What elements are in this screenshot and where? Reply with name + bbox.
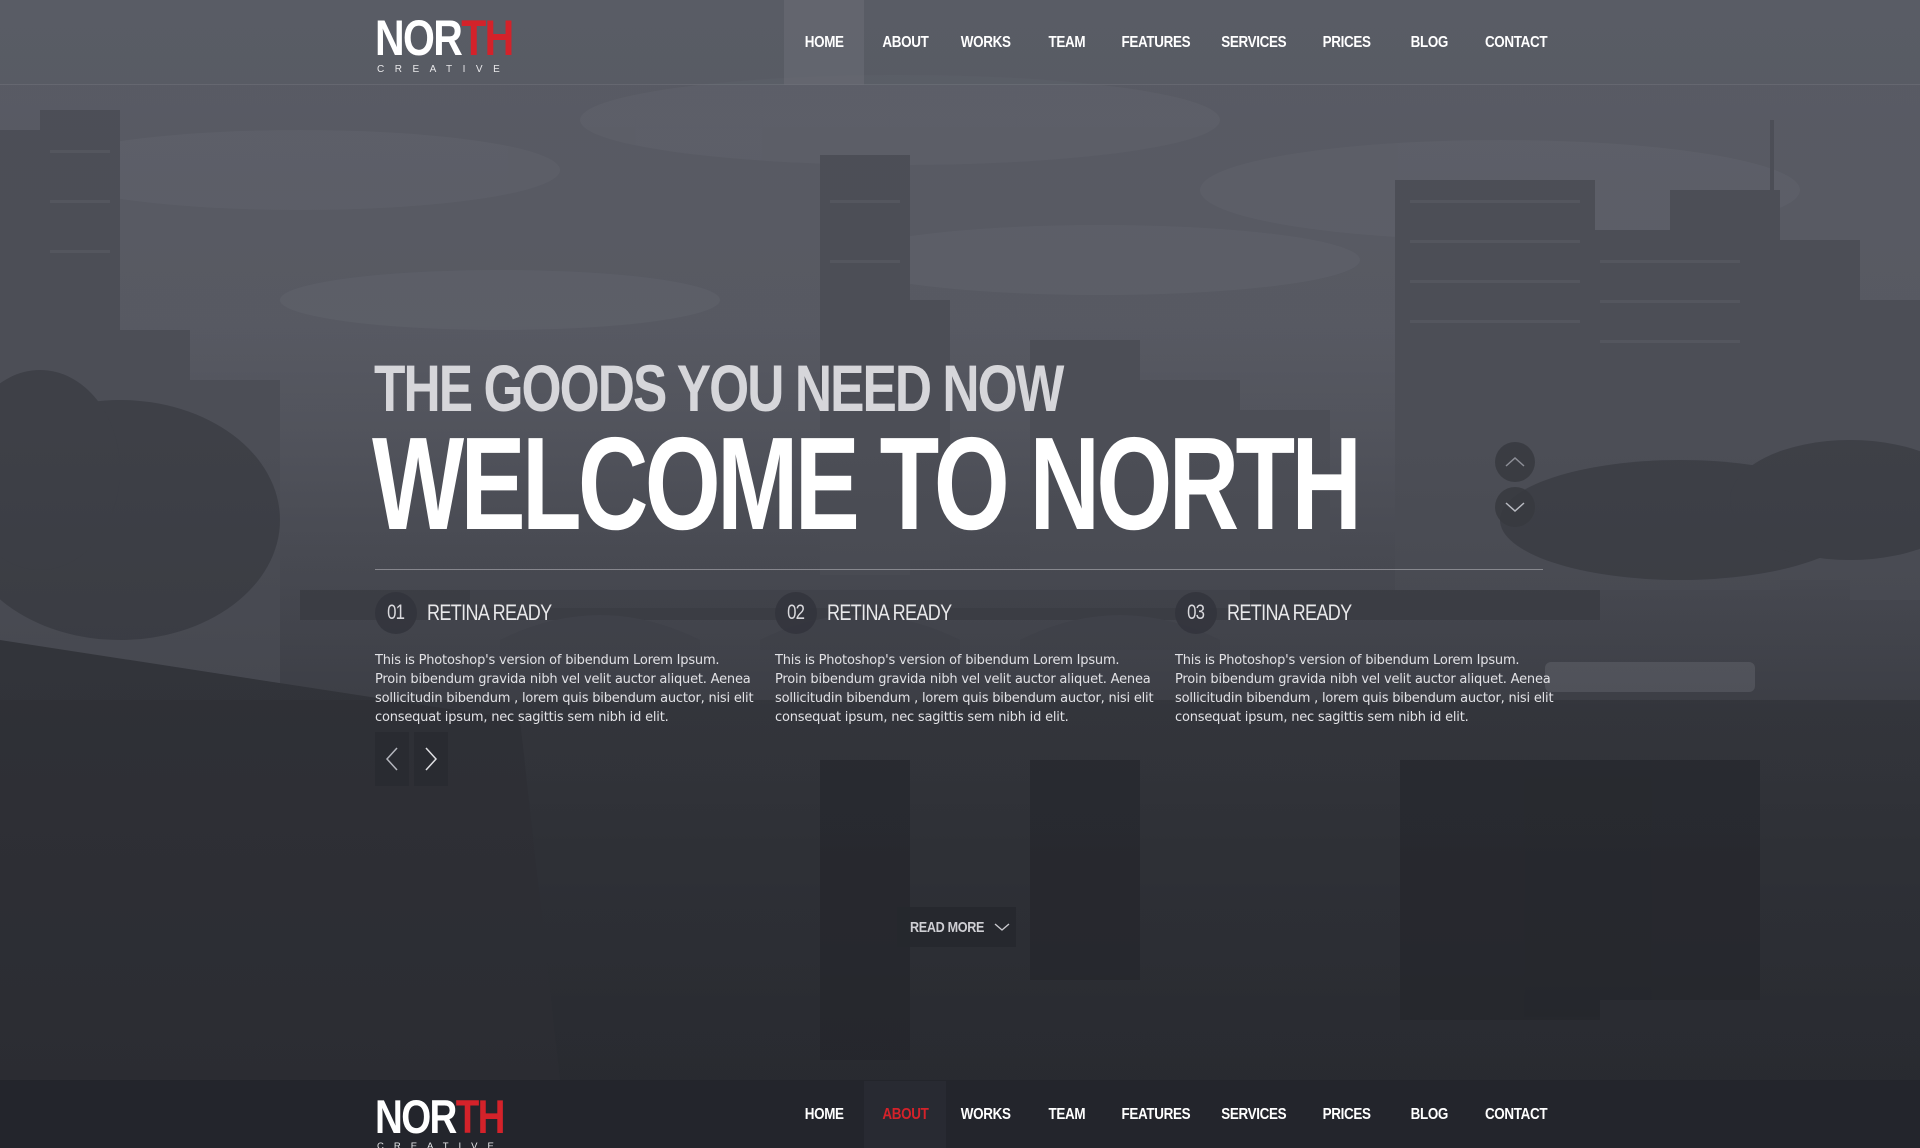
feature-card: 01 RETINA READY This is Photoshop's vers… (375, 592, 755, 727)
feature-title: RETINA READY (1227, 600, 1352, 625)
feature-text: This is Photoshop's version of bibendum … (375, 653, 754, 725)
nav-works[interactable]: WORKS (946, 0, 1026, 85)
nav-home[interactable]: HOME (784, 0, 864, 85)
next-button[interactable] (414, 732, 448, 786)
prev-button[interactable] (375, 732, 409, 786)
nav-works[interactable]: WORKS (946, 1081, 1026, 1148)
logo-wordmark: NORTH (375, 1090, 505, 1143)
hero-title: WELCOME TO NORTH (372, 410, 1362, 557)
feature-card: 02 RETINA READY This is Photoshop's vers… (775, 592, 1155, 727)
nav-about[interactable]: ABOUT (864, 1081, 946, 1148)
chevron-left-icon (385, 747, 398, 771)
nav-features[interactable]: FEATURES (1108, 1081, 1203, 1148)
chevron-right-icon (425, 747, 438, 771)
nav-about[interactable]: ABOUT (864, 0, 946, 85)
chevron-down-icon (994, 923, 1009, 931)
chevron-up-icon (1505, 456, 1525, 467)
logo-wordmark: NORTH (375, 10, 514, 66)
nav-prices[interactable]: PRICES (1304, 1081, 1390, 1148)
chevron-down-icon (1505, 502, 1525, 513)
feature-text: This is Photoshop's version of bibendum … (1175, 653, 1554, 725)
nav-features[interactable]: FEATURES (1108, 0, 1203, 85)
top-nav-menu: HOME ABOUT WORKS TEAM FEATURES SERVICES … (784, 0, 1564, 85)
sticky-navbar: NORTH CREATIVE HOME ABOUT WORKS TEAM FEA… (0, 1081, 1920, 1148)
nav-team[interactable]: TEAM (1026, 0, 1108, 85)
feature-number: 03 (1175, 592, 1217, 634)
nav-contact[interactable]: CONTACT (1468, 0, 1564, 85)
top-navbar: NORTH CREATIVE HOME ABOUT WORKS TEAM FEA… (0, 0, 1920, 85)
north-logo[interactable]: NORTH CREATIVE (375, 13, 543, 75)
sticky-nav-menu: HOME ABOUT WORKS TEAM FEATURES SERVICES … (784, 1081, 1564, 1148)
read-more-button[interactable]: READ MORE (897, 907, 1016, 947)
feature-number: 02 (775, 592, 817, 634)
slide-down-button[interactable] (1495, 487, 1535, 527)
north-logo[interactable]: NORTH CREATIVE (375, 1093, 532, 1148)
feature-title: RETINA READY (427, 600, 552, 625)
nav-team[interactable]: TEAM (1026, 1081, 1108, 1148)
hero-divider (375, 569, 1543, 570)
feature-text: This is Photoshop's version of bibendum … (775, 653, 1154, 725)
nav-blog[interactable]: BLOG (1390, 0, 1468, 85)
read-more-label: READ MORE (910, 918, 985, 936)
nav-prices[interactable]: PRICES (1304, 0, 1390, 85)
nav-services[interactable]: SERVICES (1203, 1081, 1304, 1148)
nav-home[interactable]: HOME (784, 1081, 864, 1148)
nav-contact[interactable]: CONTACT (1468, 1081, 1564, 1148)
feature-title: RETINA READY (827, 600, 952, 625)
nav-blog[interactable]: BLOG (1390, 1081, 1468, 1148)
feature-card: 03 RETINA READY This is Photoshop's vers… (1175, 592, 1555, 727)
slide-up-button[interactable] (1495, 442, 1535, 482)
feature-number: 01 (375, 592, 417, 634)
nav-services[interactable]: SERVICES (1203, 0, 1304, 85)
